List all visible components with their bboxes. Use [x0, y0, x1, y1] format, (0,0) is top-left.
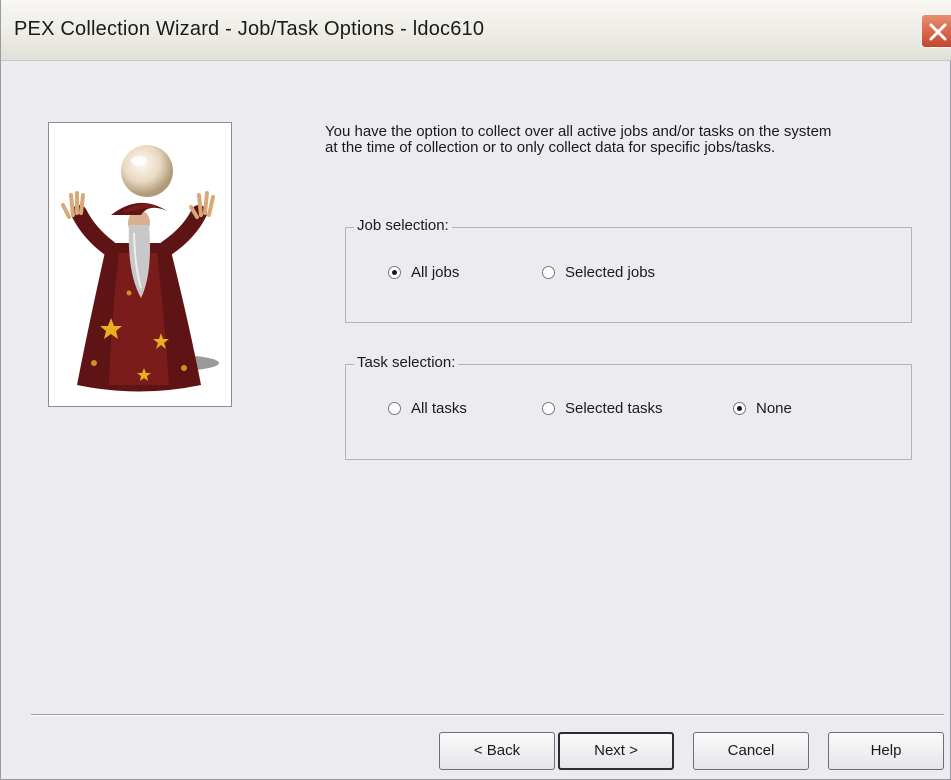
wizard-dialog: PEX Collection Wizard - Job/Task Options… — [0, 0, 951, 780]
radio-circle[interactable] — [388, 402, 401, 415]
wizard-icon — [61, 145, 219, 392]
window-title: PEX Collection Wizard - Job/Task Options… — [14, 18, 485, 40]
radio-selected-tasks[interactable]: Selected tasks — [542, 400, 663, 417]
intro-text: You have the option to collect over all … — [325, 123, 832, 156]
radio-label: All jobs — [411, 264, 460, 281]
radio-label: Selected jobs — [565, 264, 656, 281]
separator-line — [31, 714, 944, 716]
back-button[interactable]: < Back — [439, 732, 555, 770]
radio-all-tasks[interactable]: All tasks — [388, 400, 467, 417]
close-button[interactable] — [921, 14, 951, 48]
radio-circle-checked[interactable] — [733, 402, 746, 415]
radio-circle[interactable] — [542, 266, 555, 279]
job-selection-legend: Job selection: — [354, 217, 452, 234]
help-button[interactable]: Help — [828, 732, 944, 770]
radio-label: Selected tasks — [565, 400, 663, 417]
next-button[interactable]: Next > — [558, 732, 674, 770]
radio-none[interactable]: None — [733, 400, 792, 417]
radio-circle[interactable] — [542, 402, 555, 415]
radio-selected-jobs[interactable]: Selected jobs — [542, 264, 655, 281]
cancel-button[interactable]: Cancel — [693, 732, 809, 770]
wizard-illustration — [48, 122, 232, 407]
cancel-button-label: Cancel — [727, 742, 775, 759]
close-icon — [929, 23, 947, 41]
radio-label: None — [756, 400, 792, 417]
title-bar[interactable]: PEX Collection Wizard - Job/Task Options… — [1, 0, 951, 61]
next-button-label: Next > — [594, 742, 638, 759]
task-selection-legend: Task selection: — [354, 354, 459, 371]
help-button-label: Help — [870, 742, 902, 759]
back-button-label: < Back — [473, 742, 521, 759]
radio-label: All tasks — [411, 400, 467, 417]
radio-all-jobs[interactable]: All jobs — [388, 264, 459, 281]
radio-circle-checked[interactable] — [388, 266, 401, 279]
